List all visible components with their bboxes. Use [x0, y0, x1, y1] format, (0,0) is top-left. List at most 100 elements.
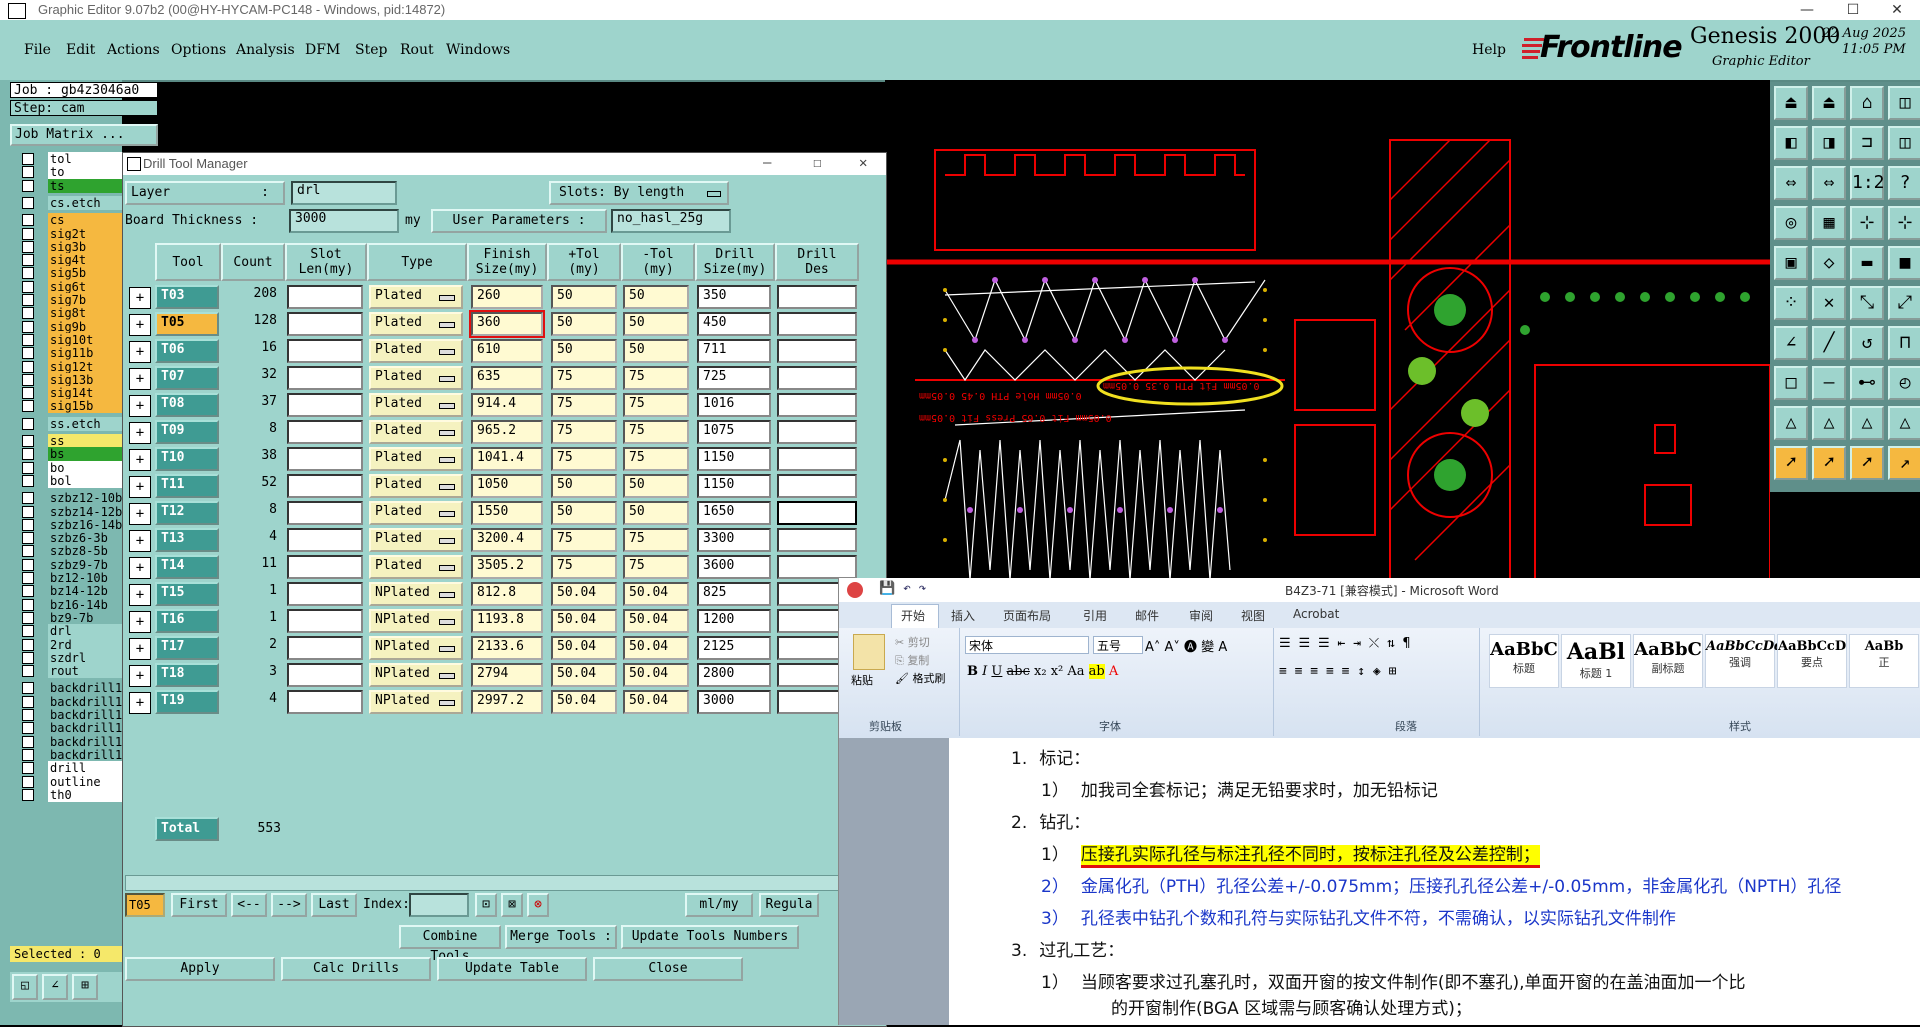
table-row[interactable]: + T14 11 Plated 3505.2 75 75 3600	[125, 553, 885, 580]
drill-des-field[interactable]	[777, 312, 857, 336]
slot-length-field[interactable]	[287, 285, 363, 309]
layer-item[interactable]: ss.etch	[12, 416, 134, 431]
layer-item[interactable]: sig8t	[12, 306, 134, 321]
layer-item[interactable]: szbz9-7b	[12, 557, 134, 572]
layer-item[interactable]: szbz8-5b	[12, 544, 134, 559]
menu-actions[interactable]: Actions	[107, 42, 160, 58]
toolbar-tool-icon[interactable]: ⏏	[1812, 86, 1846, 120]
table-row[interactable]: + T09 8 Plated 965.2 75 75 1075	[125, 418, 885, 445]
style-option[interactable]: AaBbC 标题	[1489, 634, 1559, 688]
finish-size-field[interactable]: 3200.4	[471, 528, 543, 552]
finish-size-field[interactable]: 965.2	[471, 420, 543, 444]
slot-length-field[interactable]	[287, 393, 363, 417]
layer-item[interactable]: cs	[12, 213, 134, 228]
drill-des-field[interactable]	[777, 285, 857, 309]
layer-item[interactable]: sig6t	[12, 279, 134, 294]
plus-tol-field[interactable]: 50	[551, 339, 617, 363]
plus-tol-field[interactable]: 50	[551, 312, 617, 336]
layer-checkbox[interactable]	[22, 196, 34, 209]
plus-tol-field[interactable]: 50.04	[551, 663, 617, 687]
slot-length-field[interactable]	[287, 420, 363, 444]
update-tools-numbers-button[interactable]: Update Tools Numbers	[621, 925, 799, 949]
layer-item[interactable]: ts	[12, 178, 134, 193]
minus-tol-field[interactable]: 50	[623, 285, 689, 309]
layer-checkbox[interactable]	[22, 417, 34, 430]
layer-checkbox[interactable]	[22, 682, 34, 695]
plus-tol-field[interactable]: 50	[551, 474, 617, 498]
table-row[interactable]: + T11 52 Plated 1050 50 50 1150	[125, 472, 885, 499]
toolbar-tool-icon[interactable]: ↗	[1888, 446, 1920, 480]
drill-size-field[interactable]: 1150	[697, 474, 771, 498]
finish-size-field[interactable]: 610	[471, 339, 543, 363]
layer-item[interactable]: bol	[12, 473, 134, 488]
underline-icon[interactable]: U	[991, 664, 1002, 679]
minus-tol-field[interactable]: 75	[623, 366, 689, 390]
layer-checkbox[interactable]	[22, 638, 34, 651]
layer-checkbox[interactable]	[22, 267, 34, 280]
minus-tol-field[interactable]: 50.04	[623, 582, 689, 606]
drill-size-field[interactable]: 1075	[697, 420, 771, 444]
layer-item[interactable]: drl	[12, 624, 134, 639]
combine-tools-button[interactable]: Combine Tools	[399, 925, 501, 964]
menu-dfm[interactable]: DFM	[305, 42, 340, 58]
finish-size-field[interactable]: 3505.2	[471, 555, 543, 579]
font-name-select[interactable]: 宋体	[965, 636, 1089, 654]
minus-tol-field[interactable]: 50	[623, 312, 689, 336]
toolbar-tool-icon[interactable]: ?	[1888, 166, 1920, 200]
finish-size-field[interactable]: 1050	[471, 474, 543, 498]
dtm-maximize-icon[interactable]: ☐	[813, 155, 821, 171]
layer-item[interactable]: sig3b	[12, 239, 134, 254]
minus-tol-field[interactable]: 50.04	[623, 609, 689, 633]
style-option[interactable]: AaBb 正	[1849, 634, 1919, 688]
paste-icon[interactable]	[853, 634, 885, 670]
layer-checkbox[interactable]	[22, 179, 34, 192]
drill-size-field[interactable]: 725	[697, 366, 771, 390]
slot-length-field[interactable]	[287, 636, 363, 660]
toolbar-tool-icon[interactable]: ⌂	[1850, 86, 1884, 120]
layer-item[interactable]: tol	[12, 152, 134, 166]
board-thickness-field[interactable]: 3000	[289, 209, 399, 233]
table-row[interactable]: + T10 38 Plated 1041.4 75 75 1150	[125, 445, 885, 472]
measure-icon[interactable]: ∠	[42, 974, 68, 1000]
layer-checkbox[interactable]	[22, 788, 34, 801]
layer-checkbox[interactable]	[22, 518, 34, 531]
layer-item[interactable]: bz9-7b	[12, 610, 134, 625]
layer-checkbox[interactable]	[22, 585, 34, 598]
expand-icon[interactable]: +	[129, 638, 151, 660]
tool-button[interactable]: T18	[155, 663, 219, 687]
finish-size-field[interactable]: 914.4	[471, 393, 543, 417]
regular-button[interactable]: Regula	[759, 893, 819, 917]
toolbar-tool-icon[interactable]: ◇	[1812, 246, 1846, 280]
type-select[interactable]: Plated	[369, 447, 463, 471]
layer-checkbox[interactable]	[22, 254, 34, 267]
type-select[interactable]: Plated	[369, 555, 463, 579]
layer-checkbox[interactable]	[22, 360, 34, 373]
layer-item[interactable]: sig13b	[12, 372, 134, 387]
tool-button[interactable]: T14	[155, 555, 219, 579]
office-button-icon[interactable]	[847, 582, 863, 598]
expand-icon[interactable]: +	[129, 314, 151, 336]
cut-button[interactable]: ✂ 剪切	[895, 634, 930, 650]
menu-help[interactable]: Help	[1472, 42, 1506, 58]
expand-icon[interactable]: +	[129, 395, 151, 417]
layer-checkbox[interactable]	[22, 474, 34, 487]
layer-checkbox[interactable]	[22, 347, 34, 360]
layer-checkbox[interactable]	[22, 166, 34, 179]
tab-review[interactable]: 审阅	[1189, 607, 1213, 624]
layer-item[interactable]: backdrill11	[12, 694, 134, 709]
plus-tol-field[interactable]: 75	[551, 393, 617, 417]
toolbar-tool-icon[interactable]: ■	[1888, 246, 1920, 280]
toolbar-tool-icon[interactable]: ◫	[1888, 86, 1920, 120]
tool-button[interactable]: T06	[155, 339, 219, 363]
toolbar-tool-icon[interactable]: ▬	[1850, 246, 1884, 280]
toolbar-tool-icon[interactable]: ╱	[1812, 326, 1846, 360]
expand-icon[interactable]: +	[129, 368, 151, 390]
merge-tools-button[interactable]: Merge Tools :	[505, 925, 617, 949]
tab-view[interactable]: 视图	[1241, 607, 1265, 624]
finish-size-field[interactable]: 1193.8	[471, 609, 543, 633]
layer-item[interactable]: szbz12-10b	[12, 491, 134, 506]
drill-size-field[interactable]: 2125	[697, 636, 771, 660]
minus-tol-field[interactable]: 50.04	[623, 663, 689, 687]
drill-des-field[interactable]	[777, 474, 857, 498]
index-mid-icon[interactable]: ⊠	[501, 893, 523, 917]
